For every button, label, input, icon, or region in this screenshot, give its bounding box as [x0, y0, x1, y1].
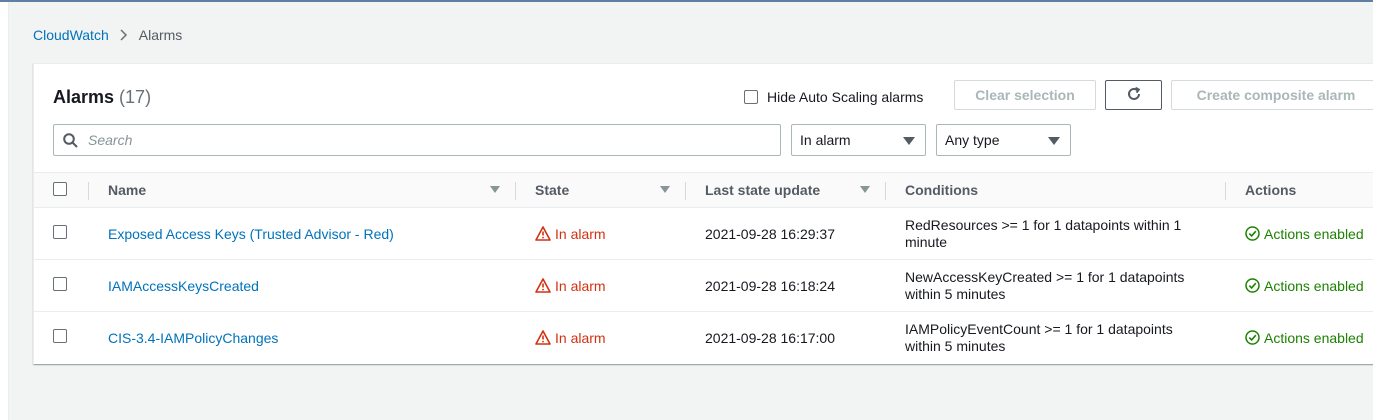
- actions-status: Actions enabled: [1225, 278, 1373, 294]
- state-filter-select[interactable]: In alarm: [791, 124, 926, 156]
- table-row[interactable]: IAMAccessKeysCreated In alarm 2021-09-28…: [34, 260, 1373, 312]
- hide-autoscaling-toggle[interactable]: Hide Auto Scaling alarms: [744, 89, 923, 105]
- check-circle-icon: [1245, 278, 1260, 293]
- select-all-checkbox[interactable]: [53, 181, 67, 196]
- check-circle-icon: [1245, 226, 1260, 241]
- alarm-name-cell: Exposed Access Keys (Trusted Advisor - R…: [88, 208, 515, 260]
- hide-autoscaling-label: Hide Auto Scaling alarms: [767, 89, 924, 105]
- alarm-state-text: In alarm: [555, 329, 606, 346]
- conditions-text: IAMPolicyEventCount >= 1 for 1 datapoint…: [905, 320, 1173, 354]
- top-border: [0, 0, 1373, 2]
- refresh-icon: [1126, 86, 1142, 105]
- sort-icon[interactable]: [860, 186, 870, 193]
- alarm-state-cell: In alarm: [515, 312, 685, 364]
- alarms-panel: Alarms (17) Hide Auto Scaling alarms Cle…: [33, 63, 1373, 364]
- status-badge: In alarm: [515, 330, 685, 346]
- warning-icon: [535, 226, 551, 241]
- caret-down-icon: [903, 137, 915, 145]
- alarm-state-text: In alarm: [555, 277, 606, 294]
- sort-icon[interactable]: [490, 186, 500, 193]
- actions-cell: Actions enabled: [1225, 260, 1373, 312]
- column-divider: [885, 182, 886, 200]
- column-label-name: Name: [108, 182, 147, 198]
- status-badge: In alarm: [515, 226, 685, 242]
- side-navigation-edge: [0, 2, 9, 420]
- last-update-text: 2021-09-28 16:29:37: [705, 225, 835, 242]
- caret-down-icon: [1048, 137, 1060, 145]
- actions-status-text: Actions enabled: [1264, 329, 1364, 346]
- chevron-right-icon: [120, 29, 128, 41]
- conditions-cell: IAMPolicyEventCount >= 1 for 1 datapoint…: [885, 312, 1225, 364]
- last-update-text: 2021-09-28 16:17:00: [705, 329, 835, 346]
- warning-icon: [535, 330, 551, 346]
- alarm-state-text: In alarm: [555, 225, 606, 242]
- alarm-state-cell: In alarm: [515, 260, 685, 312]
- last-update-cell: 2021-09-28 16:17:00: [685, 312, 885, 364]
- conditions-text: NewAccessKeyCreated >= 1 for 1 datapoint…: [905, 268, 1185, 302]
- column-label-last-state-update: Last state update: [705, 182, 821, 198]
- check-circle-icon: [1245, 330, 1260, 345]
- type-filter-value: Any type: [945, 132, 1000, 148]
- column-label-conditions: Conditions: [905, 182, 979, 198]
- last-update-cell: 2021-09-28 16:29:37: [685, 208, 885, 260]
- search-input[interactable]: [86, 131, 770, 149]
- row-select-cell: [34, 312, 88, 364]
- row-checkbox[interactable]: [53, 277, 67, 291]
- table-row[interactable]: CIS-3.4-IAMPolicyChanges In alarm 2021-0…: [34, 312, 1373, 364]
- alarm-name-cell: CIS-3.4-IAMPolicyChanges: [88, 312, 515, 364]
- alarm-name-cell: IAMAccessKeysCreated: [88, 260, 515, 312]
- warning-icon: [535, 278, 551, 293]
- breadcrumb: CloudWatch Alarms: [33, 27, 182, 43]
- row-select-cell: [34, 260, 88, 312]
- conditions-cell: RedResources >= 1 for 1 datapoints withi…: [885, 208, 1225, 260]
- last-update-text: 2021-09-28 16:18:24: [705, 277, 835, 294]
- actions-status-text: Actions enabled: [1264, 225, 1364, 242]
- clear-selection-button[interactable]: Clear selection: [954, 80, 1096, 110]
- alarms-table: Name State Last state update Conditions: [34, 172, 1373, 364]
- column-divider: [515, 182, 516, 200]
- conditions-cell: NewAccessKeyCreated >= 1 for 1 datapoint…: [885, 260, 1225, 312]
- alarm-count: (17): [119, 87, 152, 107]
- search-field[interactable]: [53, 124, 781, 156]
- last-update-cell: 2021-09-28 16:18:24: [685, 260, 885, 312]
- column-header-conditions: Conditions: [885, 173, 1225, 208]
- column-divider: [1225, 182, 1226, 200]
- panel-title-text: Alarms: [53, 87, 115, 107]
- actions-cell: Actions enabled: [1225, 312, 1373, 364]
- actions-status-text: Actions enabled: [1264, 277, 1364, 294]
- column-header-actions: Actions: [1225, 173, 1373, 208]
- row-checkbox[interactable]: [53, 329, 67, 344]
- page-title: Alarms (17): [53, 87, 151, 108]
- actions-cell: Actions enabled: [1225, 208, 1373, 260]
- header-select-all-cell: [34, 173, 88, 208]
- column-header-state[interactable]: State: [515, 173, 685, 208]
- sort-icon[interactable]: [660, 186, 670, 193]
- row-checkbox[interactable]: [53, 225, 67, 239]
- breadcrumb-cloudwatch-link[interactable]: CloudWatch: [33, 27, 109, 43]
- hide-autoscaling-checkbox[interactable]: [744, 90, 758, 104]
- column-header-name[interactable]: Name: [88, 173, 515, 208]
- column-divider: [685, 182, 686, 200]
- create-composite-alarm-button[interactable]: Create composite alarm: [1171, 80, 1373, 110]
- column-header-last-state-update[interactable]: Last state update: [685, 173, 885, 208]
- column-label-actions: Actions: [1245, 182, 1297, 198]
- type-filter-select[interactable]: Any type: [936, 124, 1071, 156]
- table-row[interactable]: Exposed Access Keys (Trusted Advisor - R…: [34, 208, 1373, 260]
- state-filter-value: In alarm: [800, 132, 851, 148]
- alarm-name-link[interactable]: IAMAccessKeysCreated: [88, 278, 259, 294]
- search-icon: [63, 132, 78, 148]
- breadcrumb-current: Alarms: [138, 27, 183, 43]
- conditions-text: RedResources >= 1 for 1 datapoints withi…: [905, 216, 1182, 250]
- refresh-button[interactable]: [1105, 80, 1162, 110]
- actions-status: Actions enabled: [1225, 226, 1373, 242]
- column-label-state: State: [535, 182, 570, 198]
- table-header-row: Name State Last state update Conditions: [34, 172, 1373, 208]
- actions-status: Actions enabled: [1225, 330, 1373, 346]
- alarm-name-link[interactable]: Exposed Access Keys (Trusted Advisor - R…: [88, 226, 394, 242]
- status-badge: In alarm: [515, 278, 685, 294]
- alarm-name-link[interactable]: CIS-3.4-IAMPolicyChanges: [88, 330, 278, 346]
- alarm-state-cell: In alarm: [515, 208, 685, 260]
- column-divider: [88, 182, 89, 200]
- row-select-cell: [34, 208, 88, 260]
